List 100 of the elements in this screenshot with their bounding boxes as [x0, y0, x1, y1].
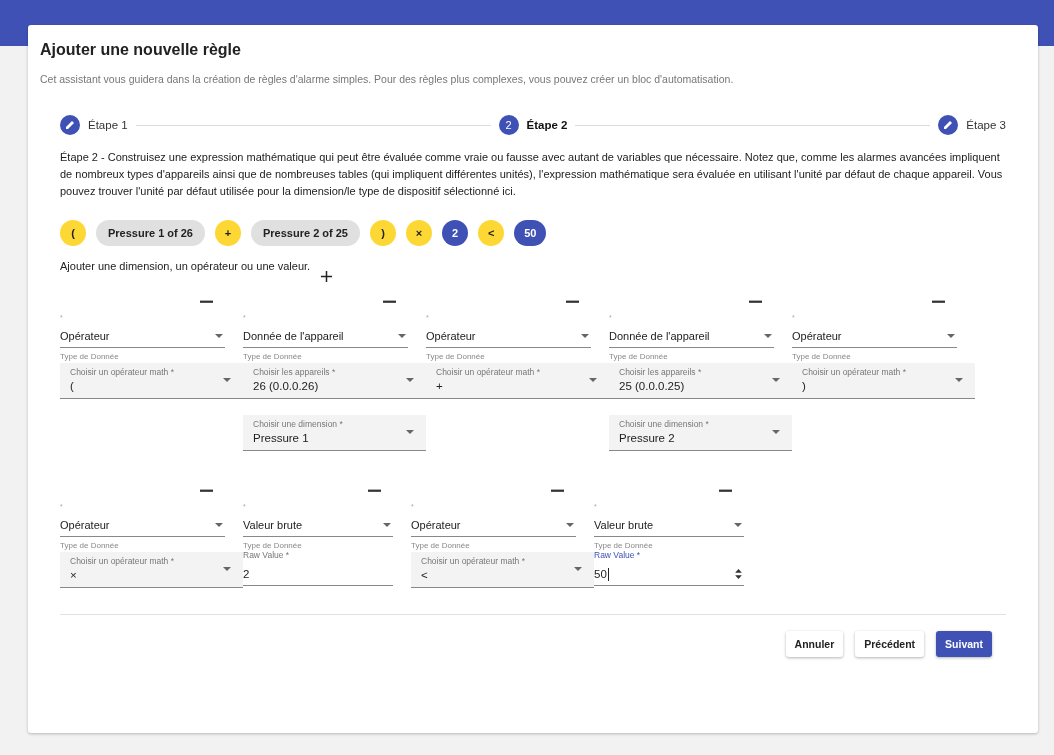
field-value: Pressure 2 — [619, 432, 676, 444]
field-label: Choisir un opérateur math * — [436, 367, 540, 377]
caret-icon — [734, 523, 742, 527]
field-label: Choisir un opérateur math * — [802, 367, 906, 377]
field-value: < — [421, 569, 429, 581]
caret-icon — [406, 377, 414, 382]
caret-icon — [383, 523, 391, 527]
expression-chip[interactable]: ) — [370, 220, 396, 246]
field-value: × — [70, 569, 78, 581]
type-hint: Type de Donnée — [60, 352, 120, 361]
type-select[interactable]: Opérateur — [60, 326, 225, 348]
caret-icon — [566, 523, 574, 527]
expression-chip[interactable]: + — [215, 220, 241, 246]
remove-icon[interactable] — [749, 300, 762, 304]
filled-select[interactable]: Choisir les appareils * 26 (0.0.0.26) — [243, 363, 426, 399]
expression-chip[interactable]: Pressure 2 of 25 — [251, 220, 360, 246]
type-select[interactable]: Donnée de l'appareil — [609, 326, 774, 348]
caret-icon — [215, 334, 223, 338]
type-select[interactable]: Valeur brute — [594, 515, 744, 537]
remove-icon[interactable] — [383, 300, 396, 304]
type-select[interactable]: Opérateur — [792, 326, 957, 348]
field-label: Choisir un opérateur math * — [421, 556, 525, 566]
caret-icon — [589, 377, 597, 382]
type-hint: Type de Donnée — [243, 541, 303, 550]
spinner-icon[interactable] — [735, 569, 742, 579]
expression-chip[interactable]: < — [478, 220, 505, 246]
remove-icon[interactable] — [551, 489, 564, 493]
caret-icon — [772, 429, 780, 434]
type-select[interactable]: Valeur brute — [243, 515, 393, 537]
field-label: Choisir un opérateur math * — [70, 367, 174, 377]
remove-icon[interactable] — [368, 489, 381, 493]
remove-icon[interactable] — [200, 489, 213, 493]
type-hint: Type de Donnée — [60, 541, 120, 550]
filled-select[interactable]: Choisir un opérateur math * × — [60, 552, 243, 588]
caret-icon — [223, 566, 231, 571]
type-select[interactable]: Donnée de l'appareil — [243, 326, 408, 348]
step-label[interactable]: Étape 3 — [966, 119, 1006, 131]
remove-icon[interactable] — [719, 489, 732, 493]
field-value: ( — [70, 380, 75, 392]
step-label[interactable]: Étape 1 — [88, 119, 128, 131]
field-value: 50 — [594, 568, 607, 580]
type-hint: Type de Donnée — [609, 352, 669, 361]
type-select[interactable]: Opérateur — [426, 326, 591, 348]
filled-select[interactable]: Choisir une dimension * Pressure 1 — [243, 415, 426, 451]
type-select[interactable]: Opérateur — [60, 515, 225, 537]
action-button[interactable]: Annuler — [785, 631, 844, 657]
pencil-icon — [60, 115, 80, 135]
add-label: Ajouter une dimension, un opérateur ou une valeur. — [60, 260, 311, 272]
expression-chip[interactable]: 50 — [514, 220, 547, 246]
expression-chip[interactable]: × — [406, 220, 432, 246]
field-label: Choisir une dimension * — [253, 419, 343, 429]
field-label: Choisir les appareils * — [619, 367, 702, 377]
filled-select[interactable]: Choisir les appareils * 25 (0.0.0.25) — [609, 363, 792, 399]
remove-icon[interactable] — [932, 300, 945, 304]
caret-icon — [764, 334, 772, 338]
remove-icon[interactable] — [566, 300, 579, 304]
expression-chip[interactable]: Pressure 1 of 26 — [96, 220, 205, 246]
filled-select[interactable]: Choisir un opérateur math * ) — [792, 363, 975, 399]
remove-icon[interactable] — [200, 300, 213, 304]
add-icon[interactable] — [320, 270, 334, 283]
pencil-icon — [938, 115, 959, 135]
field-value: ) — [802, 380, 807, 392]
action-button[interactable]: Suivant — [936, 631, 992, 657]
type-hint: Type de Donnée — [243, 352, 303, 361]
type-hint: Type de Donnée — [411, 541, 471, 550]
expression-chip[interactable]: 2 — [442, 220, 469, 246]
dialog-subtitle: Cet assistant vous guidera dans la création de règles d'alarme simples. Pour des règles plus complexes, vous pouvez créer un bloc d'automatisation. — [40, 73, 735, 85]
step-number: 2 — [498, 115, 519, 135]
action-button[interactable]: Précédent — [855, 631, 925, 657]
step-label[interactable]: Étape 2 — [526, 119, 568, 131]
field-label: Raw Value * — [594, 550, 642, 560]
filled-select[interactable]: Choisir un opérateur math * < — [411, 552, 594, 588]
caret-icon — [574, 566, 582, 571]
caret-icon — [947, 334, 955, 338]
caret-icon — [772, 377, 780, 382]
caret-icon — [215, 523, 223, 527]
field-label: Choisir un opérateur math * — [70, 556, 174, 566]
type-hint: Type de Donnée — [792, 352, 852, 361]
caret-icon — [398, 334, 406, 338]
type-hint: Type de Donnée — [594, 541, 654, 550]
filled-select[interactable]: Choisir une dimension * Pressure 2 — [609, 415, 792, 451]
field-value: + — [436, 380, 444, 392]
field-value: Pressure 1 — [253, 432, 310, 444]
field-value: 26 (0.0.0.26) — [253, 380, 320, 392]
type-select[interactable]: Opérateur — [411, 515, 576, 537]
caret-icon — [223, 377, 231, 382]
expression-chip[interactable]: ( — [60, 220, 86, 246]
field-label: Raw Value * — [243, 550, 291, 560]
dialog-title: Ajouter une nouvelle règle — [40, 41, 242, 59]
step-description: Étape 2 - Construisez une expression mathématique qui peut être évaluée comme vraie ou fausse avec autant de variables que nécessaire. Notez que, comme les alarmes avancées impliquent de nombreux types d'appareils ainsi que de nombreuses tables (qui impliquent différentes unités), l'expression mathématique sera évaluée en utilisant l'unité par défaut de chaque appareil. Vous pouvez trouver l'unité par défaut utilisée pour la dimension/le type de dispositif sélectionné ici. — [60, 150, 1004, 199]
raw-value-field[interactable]: Raw Value * 2 — [243, 550, 393, 586]
filled-select[interactable]: Choisir un opérateur math * + — [426, 363, 609, 399]
caret-icon — [406, 429, 414, 434]
raw-value-field[interactable]: Raw Value * 50 — [594, 550, 744, 586]
caret-icon — [581, 334, 589, 338]
field-label: Choisir les appareils * — [253, 367, 336, 377]
field-label: Choisir une dimension * — [619, 419, 709, 429]
filled-select[interactable]: Choisir un opérateur math * ( — [60, 363, 243, 399]
caret-icon — [955, 377, 963, 382]
field-value: 2 — [243, 568, 250, 580]
